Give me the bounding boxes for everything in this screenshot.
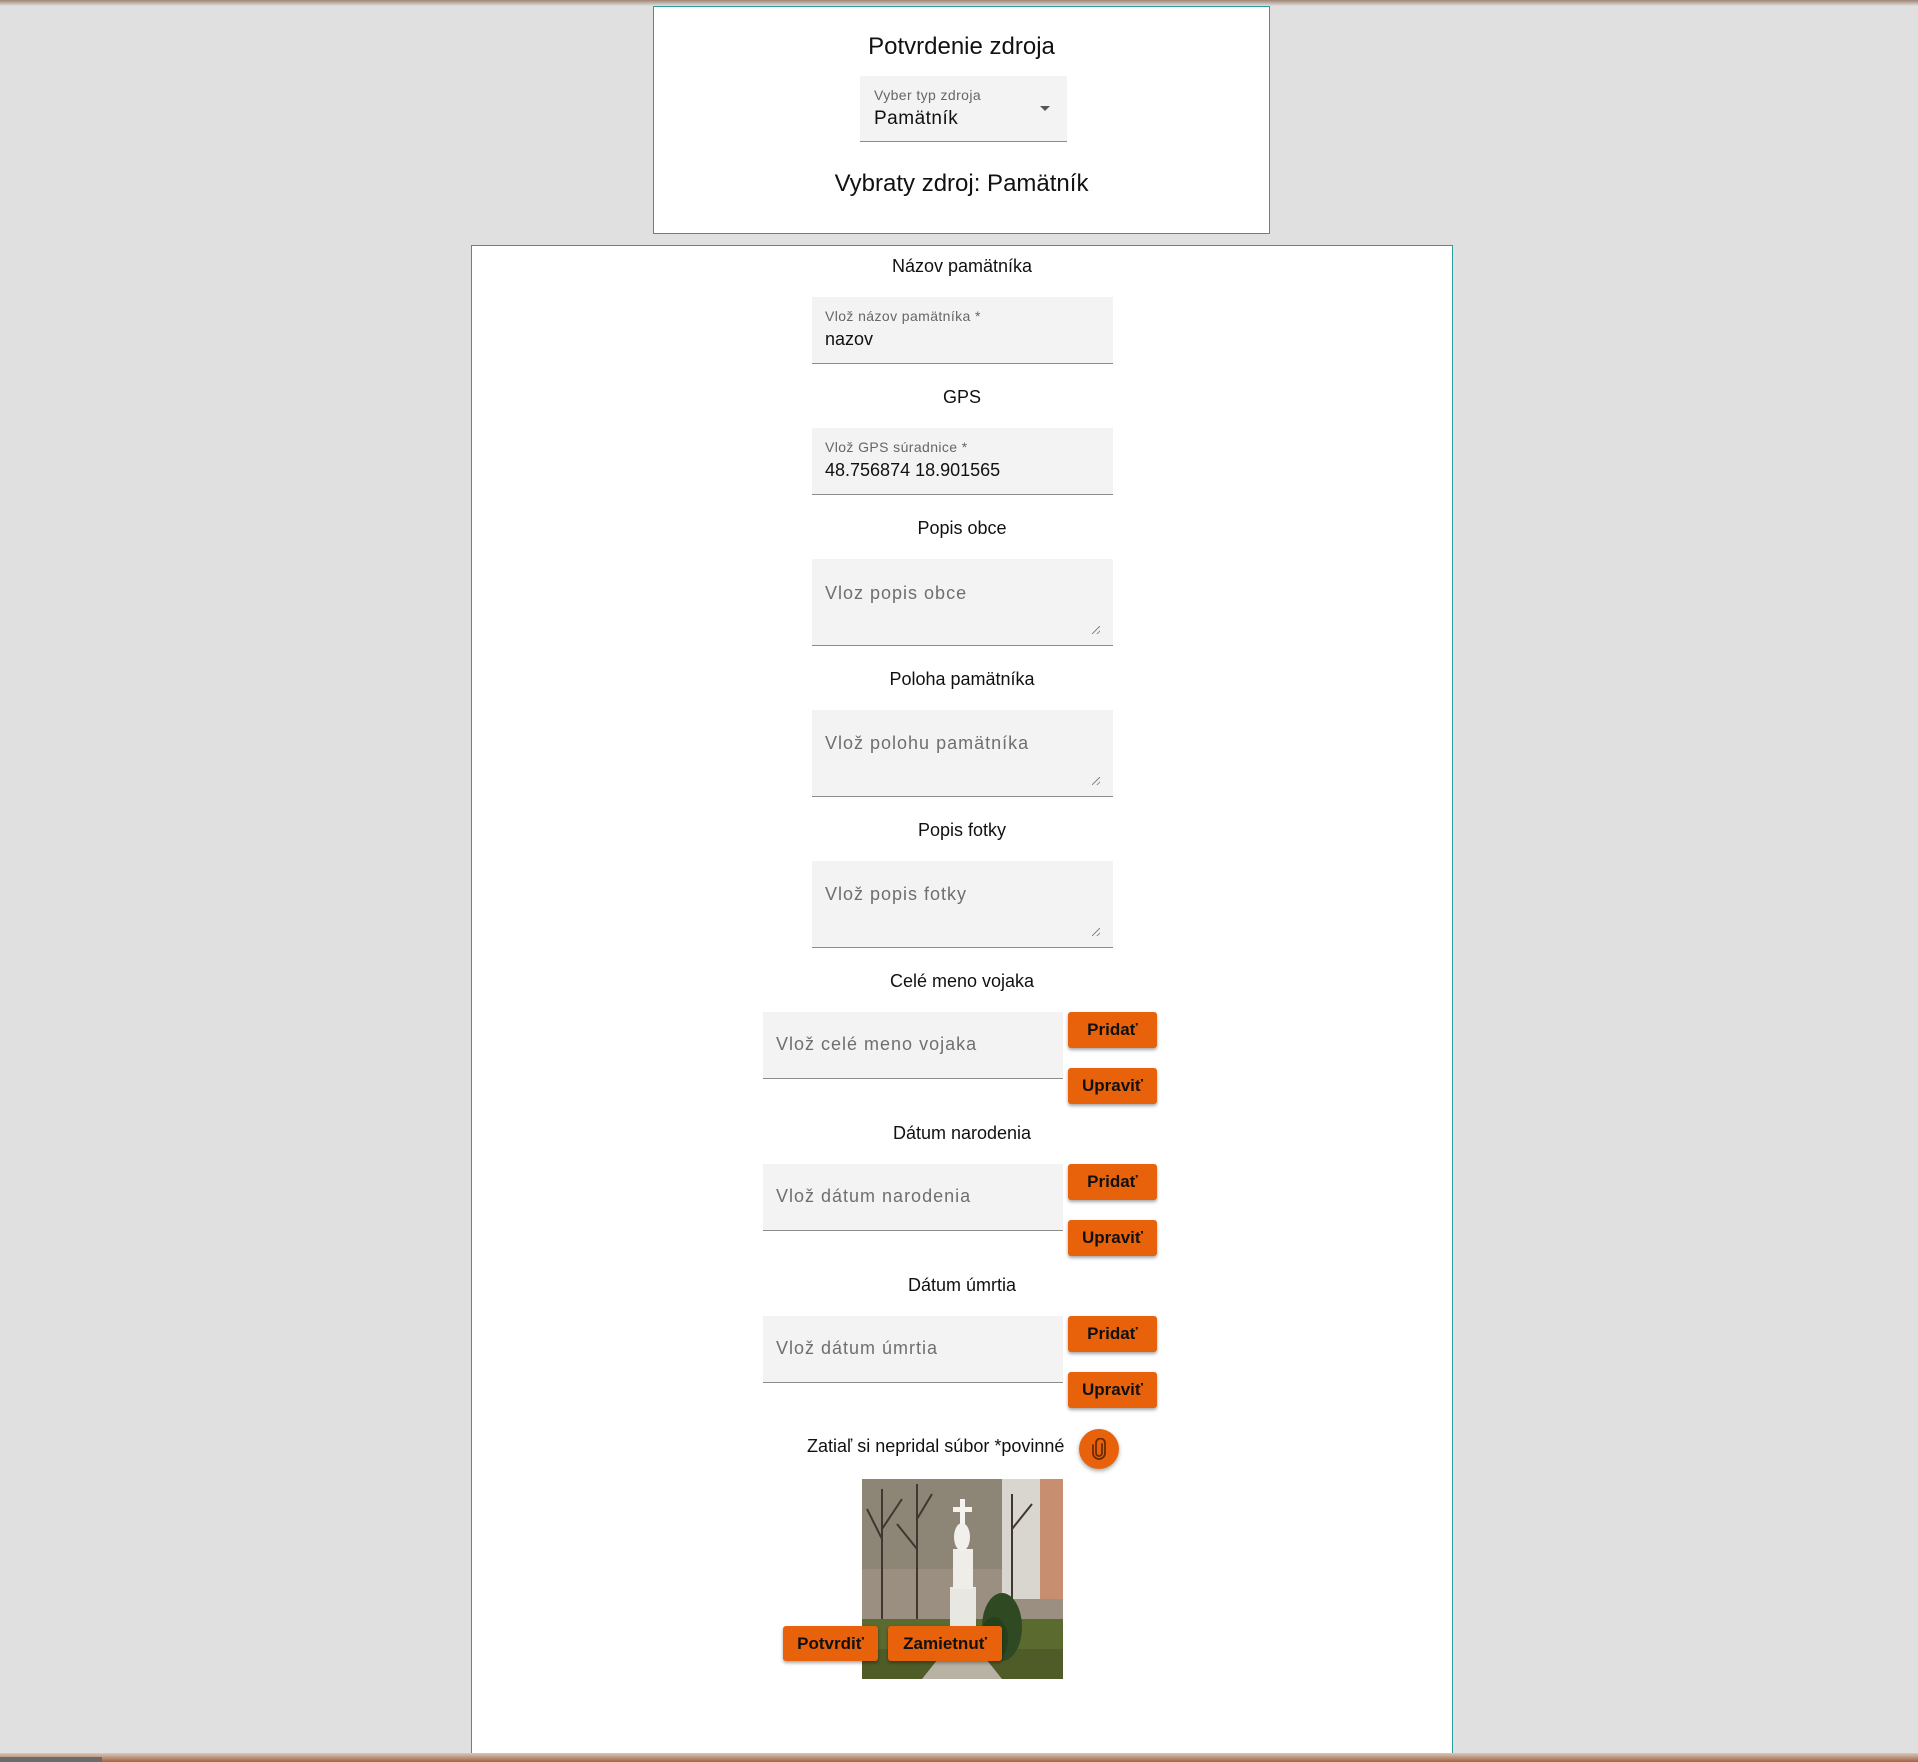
paperclip-icon (1092, 1438, 1106, 1460)
source-confirmation-card: Potvrdenie zdroja Vyber typ zdroja Pamät… (653, 6, 1270, 234)
memorial-location-placeholder: Vlož polohu pamätníka (825, 733, 1030, 753)
death-date-add-button[interactable]: Pridať (1068, 1316, 1157, 1352)
soldier-name-field[interactable]: Vlož celé meno vojaka (763, 1012, 1063, 1079)
death-date-heading: Dátum úmrtia (907, 1275, 1017, 1295)
soldier-name-edit-button[interactable]: Upraviť (1068, 1068, 1157, 1104)
source-type-select-label: Vyber typ zdroja (874, 87, 982, 103)
soldier-name-heading: Celé meno vojaka (889, 971, 1035, 991)
bottom-edge (0, 1753, 1918, 1762)
memorial-name-field-value: nazov (825, 329, 874, 349)
photo-description-placeholder: Vlož popis fotky (825, 884, 968, 904)
reject-button[interactable]: Zamietnuť (888, 1626, 1002, 1661)
resize-handle-icon[interactable] (1092, 928, 1100, 936)
gps-field[interactable]: Vlož GPS súradnice * 48.756874 18.901565 (812, 428, 1113, 495)
birth-date-edit-button[interactable]: Upraviť (1068, 1220, 1157, 1256)
memorial-location-heading: Poloha pamätníka (889, 669, 1035, 689)
page-title: Potvrdenie zdroja (868, 33, 1055, 60)
memorial-name-heading: Názov pamätníka (891, 256, 1033, 276)
resize-handle-icon[interactable] (1092, 777, 1100, 785)
soldier-name-add-button[interactable]: Pridať (1068, 1012, 1157, 1048)
file-status-text: Zatiaľ si nepridal súbor *povinné (807, 1436, 1065, 1456)
bottom-scroll-indicator (0, 1757, 102, 1762)
gps-field-value: 48.756874 18.901565 (825, 460, 1001, 480)
photo-description-textarea[interactable]: Vlož popis fotky (812, 861, 1113, 948)
birth-date-heading: Dátum narodenia (892, 1123, 1032, 1143)
village-description-placeholder: Vloz popis obce (825, 583, 968, 603)
soldier-name-placeholder: Vlož celé meno vojaka (776, 1034, 978, 1054)
memorial-name-field-label: Vlož názov pamätníka * (825, 308, 981, 324)
death-date-placeholder: Vlož dátum úmrtia (776, 1338, 939, 1358)
gps-heading: GPS (942, 387, 981, 407)
source-type-select-value: Pamätník (874, 108, 959, 129)
memorial-name-field[interactable]: Vlož názov pamätníka * nazov (812, 297, 1113, 364)
selected-source-text: Vybraty zdroj: Pamätník (834, 170, 1089, 197)
death-date-edit-button[interactable]: Upraviť (1068, 1372, 1157, 1408)
attach-file-button[interactable] (1079, 1429, 1119, 1469)
resize-handle-icon[interactable] (1092, 626, 1100, 634)
dropdown-arrow-icon[interactable] (1040, 106, 1050, 111)
village-description-heading: Popis obce (917, 518, 1007, 538)
confirm-button[interactable]: Potvrdiť (783, 1626, 878, 1661)
photo-description-heading: Popis fotky (917, 820, 1007, 840)
birth-date-add-button[interactable]: Pridať (1068, 1164, 1157, 1200)
gps-field-label: Vlož GPS súradnice * (825, 439, 968, 455)
source-type-select[interactable]: Vyber typ zdroja Pamätník (860, 76, 1067, 142)
memorial-location-textarea[interactable]: Vlož polohu pamätníka (812, 710, 1113, 797)
birth-date-placeholder: Vlož dátum narodenia (776, 1186, 972, 1206)
birth-date-field[interactable]: Vlož dátum narodenia (763, 1164, 1063, 1231)
village-description-textarea[interactable]: Vloz popis obce (812, 559, 1113, 646)
memorial-form-card: Názov pamätníka Vlož názov pamätníka * n… (471, 245, 1453, 1756)
death-date-field[interactable]: Vlož dátum úmrtia (763, 1316, 1063, 1383)
